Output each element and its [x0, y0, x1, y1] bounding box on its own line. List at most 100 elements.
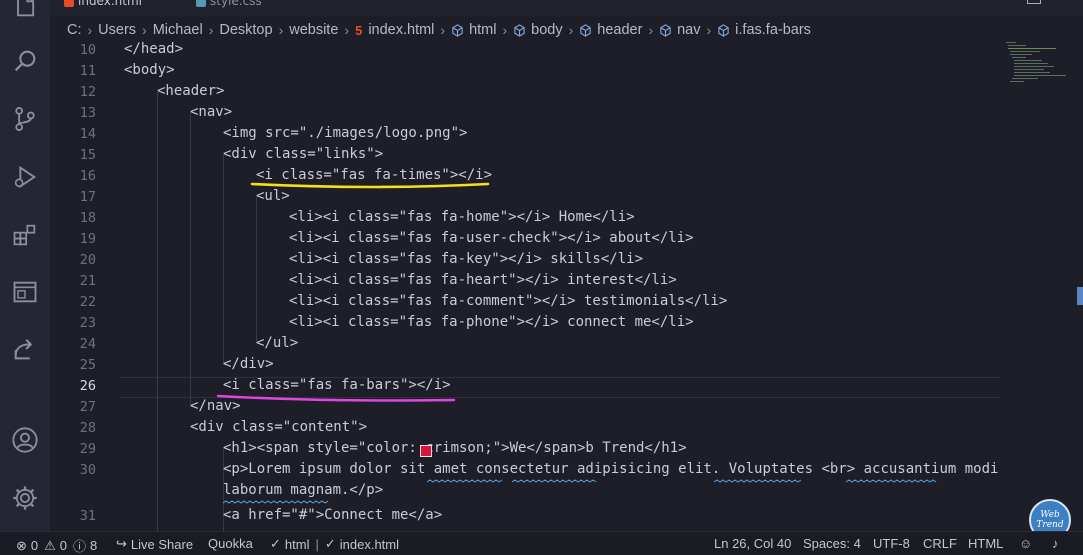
split-editor-icon[interactable] [1027, 0, 1041, 4]
code-line[interactable]: <li><i class="fas fa-comment"></i> testi… [289, 293, 727, 309]
code-line[interactable]: </head> [124, 41, 183, 57]
chevron-right-icon: › [142, 22, 147, 38]
code-line[interactable]: <p>Lorem ipsum dolor sit amet consectetu… [223, 461, 998, 477]
symbol-element-icon [718, 23, 729, 37]
chevron-right-icon: › [706, 22, 712, 38]
breadcrumb-website[interactable]: website [289, 22, 338, 38]
breadcrumb-desktop[interactable]: Desktop [219, 22, 272, 38]
quokka-button[interactable]: Quokka [208, 536, 253, 551]
tab-strip: index.html style.css [50, 0, 1083, 16]
html-file-icon [64, 0, 74, 7]
code-line[interactable]: </div> [223, 356, 274, 372]
breadcrumb-i-element[interactable]: i.fas.fa-bars [717, 22, 811, 38]
code-editor[interactable]: 10 11 12 13 14 15 16 17 18 19 20 21 22 2… [50, 40, 1083, 531]
line-number: 27 [79, 399, 96, 415]
code-line[interactable]: <div class="content"> [190, 419, 367, 435]
symbol-element-icon [514, 23, 525, 37]
spell-squiggle [223, 500, 329, 504]
pink-highlight-stroke [216, 394, 456, 402]
breadcrumb-file[interactable]: 5 index.html [355, 22, 434, 38]
breadcrumb-drive[interactable]: C: [67, 22, 82, 38]
extensions-icon[interactable] [9, 219, 41, 251]
info-icon: ⓘ [73, 539, 87, 554]
color-swatch[interactable] [420, 445, 432, 457]
live-share-button[interactable]: ↪ Live Share [116, 536, 193, 552]
tab-style-css[interactable]: style.css [196, 0, 262, 8]
notifications-bell-icon[interactable]: ♪ [1052, 536, 1063, 551]
live-share-icon[interactable] [9, 333, 41, 365]
code-line[interactable]: <li><i class="fas fa-user-check"></i> ab… [289, 230, 694, 246]
line-number: 22 [79, 294, 96, 310]
code-line[interactable]: <div class="links"> [223, 146, 383, 162]
html5-icon: 5 [355, 22, 363, 38]
checkmark-icon: ✓ [270, 536, 281, 551]
code-line-current[interactable]: <i class="fas fa-bars"></i> [223, 377, 451, 393]
code-line[interactable]: <a href="#">Connect me</a> [223, 507, 442, 523]
checkmark-icon: ✓ [324, 536, 336, 551]
code-line[interactable]: <body> [124, 62, 175, 78]
source-control-icon[interactable] [9, 103, 41, 135]
code-line-wrapped[interactable]: laborum magnam.</p> [223, 482, 383, 498]
problems-indicator[interactable]: ⊗ 0 ⚠ 0 ⓘ 8 [16, 536, 97, 555]
css-file-icon [196, 0, 206, 7]
symbol-element-icon [580, 23, 591, 37]
tab-index-html[interactable]: index.html [64, 0, 142, 8]
warning-icon: ⚠ [44, 537, 56, 553]
breadcrumb-header[interactable]: header [579, 22, 642, 38]
line-number: 11 [79, 63, 96, 79]
code-line[interactable]: <li><i class="fas fa-key"></i> skills</l… [289, 251, 643, 267]
search-icon[interactable] [9, 45, 41, 77]
code-line[interactable]: <header> [157, 83, 224, 99]
feedback-icon[interactable]: ☺ [1019, 536, 1036, 551]
status-bar: ⊗ 0 ⚠ 0 ⓘ 8 ↪ Live Share Quokka ✓ html | ✓ ind… [0, 531, 1083, 555]
breadcrumb-michael[interactable]: Michael [153, 22, 203, 38]
code-line[interactable]: <h1><span style="color: crimson;">We</sp… [223, 440, 687, 456]
remote-explorer-icon[interactable] [9, 276, 41, 308]
line-number: 14 [79, 126, 96, 142]
live-share-icon: ↪ [116, 536, 127, 551]
html-check-status[interactable]: ✓ html | ✓ index.html [270, 536, 399, 552]
minimap[interactable] [1004, 40, 1066, 100]
breadcrumb-html[interactable]: html [451, 22, 496, 38]
language-mode[interactable]: HTML [968, 536, 1003, 551]
line-number: 31 [79, 508, 96, 524]
line-number: 21 [79, 273, 96, 289]
run-debug-icon[interactable] [9, 161, 41, 193]
line-number: 20 [79, 252, 96, 268]
line-number: 24 [79, 336, 96, 352]
line-number: 17 [79, 189, 96, 205]
code-line[interactable]: </ul> [256, 335, 298, 351]
account-icon[interactable] [9, 424, 41, 456]
breadcrumb-nav[interactable]: nav [659, 22, 701, 38]
line-number: 18 [79, 210, 96, 226]
code-line[interactable]: <img src="./images/logo.png"> [223, 125, 467, 141]
encoding-setting[interactable]: UTF-8 [873, 536, 910, 551]
spell-squiggle [846, 479, 937, 483]
chevron-right-icon: › [502, 22, 508, 38]
indent-guide [256, 197, 257, 343]
code-line[interactable]: <li><i class="fas fa-phone"></i> connect… [289, 314, 694, 330]
chevron-right-icon: › [344, 22, 350, 38]
explorer-icon[interactable] [9, 0, 41, 22]
line-number: 29 [79, 441, 96, 457]
breadcrumb-body[interactable]: body [513, 22, 563, 38]
breadcrumb-users[interactable]: Users [98, 22, 136, 38]
indentation-setting[interactable]: Spaces: 4 [803, 536, 861, 551]
line-number: 28 [79, 420, 96, 436]
spell-squiggle [427, 479, 503, 483]
settings-gear-icon[interactable] [9, 482, 41, 514]
code-line[interactable]: <nav> [190, 104, 232, 120]
chevron-right-icon: › [568, 22, 574, 38]
vertical-scrollbar-thumb[interactable] [1077, 287, 1083, 305]
line-number: 25 [79, 357, 96, 373]
indent-guide [223, 155, 224, 364]
eol-setting[interactable]: CRLF [923, 536, 957, 551]
yellow-highlight-stroke [250, 182, 490, 189]
code-line[interactable]: <li><i class="fas fa-home"></i> Home</li… [289, 209, 635, 225]
line-number: 10 [79, 42, 96, 58]
chevron-right-icon: › [278, 22, 284, 38]
chevron-right-icon: › [87, 22, 93, 38]
line-number: 16 [79, 168, 96, 184]
cursor-position[interactable]: Ln 26, Col 40 [714, 536, 791, 551]
code-line[interactable]: <li><i class="fas fa-heart"></i> interes… [289, 272, 677, 288]
